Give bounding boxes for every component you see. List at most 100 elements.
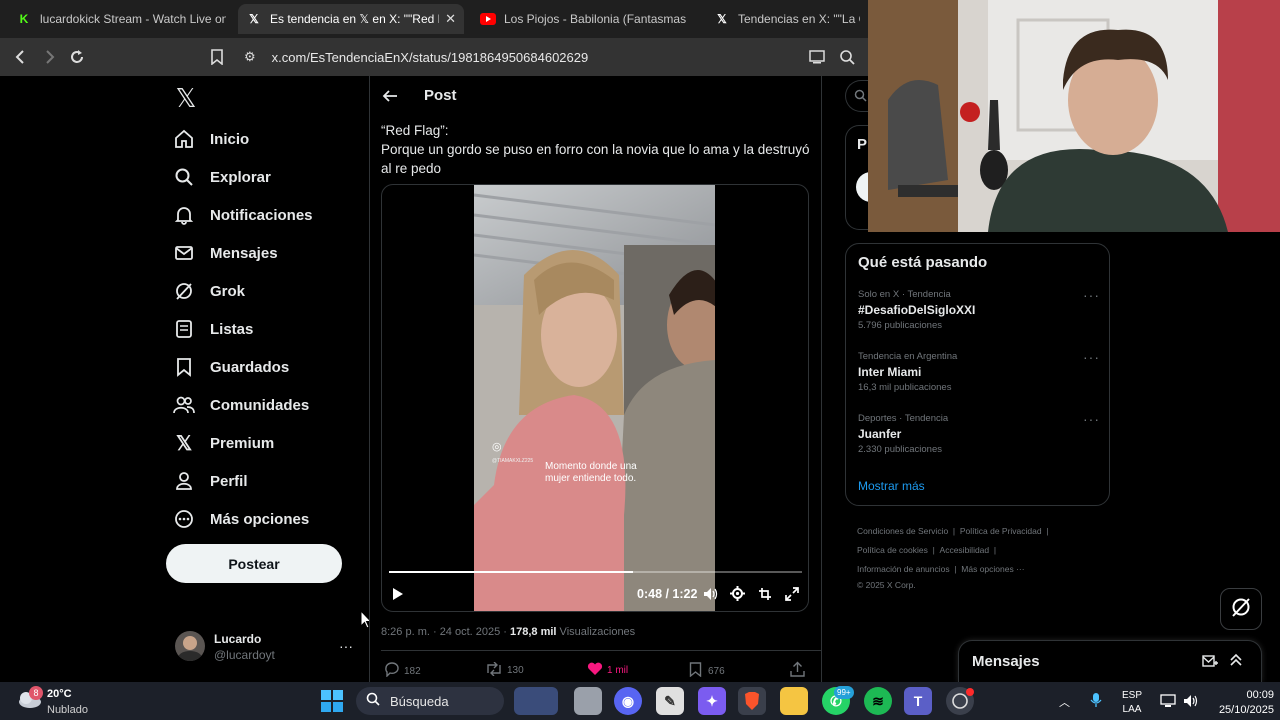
- divider: [381, 650, 821, 651]
- spotify-icon[interactable]: ≋: [864, 687, 892, 715]
- x-logo-icon[interactable]: 𝕏: [172, 83, 200, 113]
- nav-item-perfil[interactable]: Perfil: [172, 466, 248, 496]
- nav-item-comunidades[interactable]: Comunidades: [172, 390, 309, 420]
- nav-item-inicio[interactable]: Inicio: [172, 124, 249, 154]
- footer-link[interactable]: Accesibilidad: [940, 545, 990, 555]
- file-manager-icon[interactable]: [574, 687, 602, 715]
- footer-links: Condiciones de Servicio | Política de Pr…: [857, 526, 1049, 590]
- footer-link[interactable]: Política de Privacidad: [960, 526, 1042, 536]
- trend-more-icon[interactable]: ···: [1083, 411, 1100, 427]
- messages-drawer[interactable]: Mensajes: [958, 640, 1262, 682]
- bookmark-icon: [689, 662, 702, 680]
- new-message-icon[interactable]: [1202, 654, 1218, 674]
- brave-browser-icon[interactable]: [738, 687, 766, 715]
- bookmark-button[interactable]: 676: [689, 662, 725, 680]
- x-icon: 𝕏: [717, 12, 727, 26]
- trend-item[interactable]: Solo en X · Tendencia #DesafioDelSigloXX…: [858, 287, 1100, 331]
- repost-button[interactable]: 130: [485, 661, 524, 679]
- footer-link[interactable]: Información de anuncios: [857, 564, 950, 574]
- browser-tab-bar: K lucardokick Stream - Watch Live on K 𝕏…: [0, 0, 868, 38]
- kick-icon: K: [19, 12, 29, 26]
- bookmark-icon: [172, 355, 196, 379]
- nav-item-notificaciones[interactable]: Notificaciones: [172, 200, 313, 230]
- like-button[interactable]: 1 mil: [587, 662, 628, 679]
- fullscreen-icon[interactable]: [785, 587, 799, 604]
- footer-link[interactable]: Condiciones de Servicio: [857, 526, 948, 536]
- video-progress-track[interactable]: [389, 571, 802, 573]
- tray-overflow-icon[interactable]: ︿: [1059, 694, 1070, 710]
- clock[interactable]: 00:09 25/10/2025: [1212, 688, 1274, 718]
- copyright: © 2025 X Corp.: [857, 580, 916, 590]
- folder-icon[interactable]: [780, 687, 808, 715]
- reload-icon[interactable]: [66, 46, 88, 68]
- browser-tab[interactable]: 𝕏 Tendencias en X: ""La Cobra: [706, 4, 868, 34]
- avatar[interactable]: [175, 631, 205, 661]
- nav-item-explorar[interactable]: Explorar: [172, 162, 271, 192]
- video-watermark: @TIAMAKXLZ225: [492, 458, 534, 464]
- forward-icon[interactable]: [38, 46, 60, 68]
- footer-link[interactable]: Política de cookies: [857, 545, 928, 555]
- windows-start-icon[interactable]: [318, 687, 346, 715]
- video-player[interactable]: ◎ @TIAMAKXLZ225 Momento donde una mujer …: [381, 184, 809, 612]
- weather-badge: 8: [29, 686, 43, 700]
- reply-button[interactable]: 182: [384, 662, 421, 680]
- browser-toolbar: ⚙ x.com/EsTendenciaEnX/status/1981864950…: [0, 38, 868, 76]
- share-icon[interactable]: [790, 661, 805, 682]
- language-indicator[interactable]: ESP LAA: [1122, 689, 1142, 717]
- person-icon: [172, 469, 196, 493]
- nav-item-listas[interactable]: Listas: [172, 314, 253, 344]
- speaker-icon[interactable]: [1183, 694, 1199, 713]
- teams-icon[interactable]: T: [904, 687, 932, 715]
- nav-item-guardados[interactable]: Guardados: [172, 352, 289, 382]
- address-bar[interactable]: ⚙ x.com/EsTendenciaEnX/status/1981864950…: [236, 43, 796, 71]
- grok-floating-button[interactable]: [1220, 588, 1262, 630]
- repost-icon: [485, 661, 503, 679]
- trend-more-icon[interactable]: ···: [1083, 349, 1100, 365]
- video-caption: Momento donde una mujer entiende todo.: [545, 461, 637, 484]
- list-icon: [172, 317, 196, 341]
- back-arrow-icon[interactable]: [381, 87, 399, 105]
- account-name: Lucardo: [214, 632, 262, 646]
- cast-icon[interactable]: [806, 46, 828, 68]
- nav-item-mas-opciones[interactable]: Más opciones: [172, 504, 309, 534]
- bookmark-page-icon[interactable]: [206, 46, 228, 68]
- nav-item-premium[interactable]: 𝕏 Premium: [172, 428, 274, 458]
- video-frame[interactable]: ◎ @TIAMAKXLZ225 Momento donde una mujer …: [474, 185, 715, 611]
- grok-icon: [1230, 596, 1252, 623]
- trend-more-icon[interactable]: ···: [1083, 287, 1100, 303]
- footer-link[interactable]: Más opciones ···: [961, 564, 1024, 574]
- network-icon[interactable]: [1160, 694, 1176, 713]
- search-highlight-icon[interactable]: [514, 687, 558, 715]
- site-info-icon[interactable]: ⚙: [244, 49, 256, 65]
- volume-icon[interactable]: [703, 587, 718, 604]
- close-tab-icon[interactable]: ✕: [445, 11, 456, 27]
- zoom-icon[interactable]: [836, 46, 858, 68]
- discord-icon[interactable]: ◉: [614, 687, 642, 715]
- taskbar-search[interactable]: Búsqueda: [356, 687, 504, 715]
- settings-gear-icon[interactable]: [730, 586, 745, 604]
- home-icon: [172, 127, 196, 151]
- account-more-icon[interactable]: ···: [339, 638, 353, 654]
- browser-tab[interactable]: K lucardokick Stream - Watch Live on K: [8, 4, 234, 34]
- show-more-link[interactable]: Mostrar más: [858, 479, 925, 493]
- nav-item-mensajes[interactable]: Mensajes: [172, 238, 278, 268]
- trend-item[interactable]: Deportes · Tendencia Juanfer 2.330 publi…: [858, 411, 1100, 455]
- mini-player-icon[interactable]: [758, 587, 772, 604]
- copilot-icon[interactable]: ✦: [698, 687, 726, 715]
- back-icon[interactable]: [10, 46, 32, 68]
- microphone-icon[interactable]: [1090, 692, 1102, 713]
- browser-tab[interactable]: Los Piojos - Babilonia (Fantasmas pel: [472, 4, 698, 34]
- more-circle-icon: [172, 507, 196, 531]
- trend-item[interactable]: Tendencia en Argentina Inter Miami 16,3 …: [858, 349, 1100, 393]
- nav-item-grok[interactable]: Grok: [172, 276, 245, 306]
- instagram-icon: ◎: [492, 441, 502, 453]
- x-icon: 𝕏: [175, 432, 193, 455]
- windows-taskbar: 8 20°C Nublado Búsqueda ◉ ✎ ✦ ✆ 99+ ≋ T …: [0, 682, 1280, 720]
- browser-tab-active[interactable]: 𝕏 Es tendencia en 𝕏 en X: ""Red Fla ✕: [238, 4, 464, 34]
- chevrons-up-icon[interactable]: [1229, 653, 1243, 672]
- trends-panel: Qué está pasando Solo en X · Tendencia #…: [845, 243, 1110, 506]
- post-meta: 8:26 p. m. · 24 oct. 2025 · 178,8 mil Vi…: [381, 626, 636, 638]
- post-button[interactable]: Postear: [166, 544, 342, 583]
- play-icon[interactable]: [392, 587, 404, 604]
- paint-icon[interactable]: ✎: [656, 687, 684, 715]
